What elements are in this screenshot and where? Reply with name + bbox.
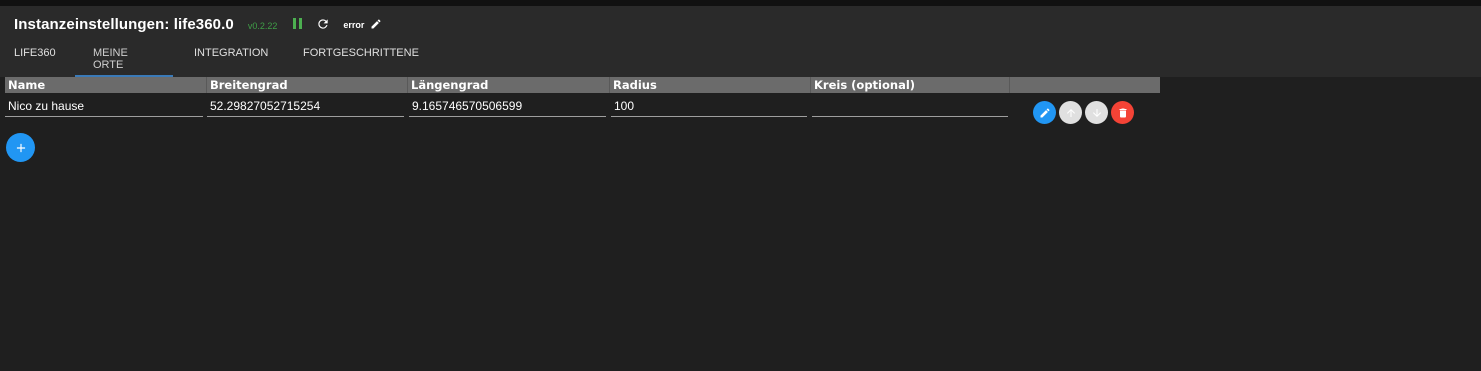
- circle-field[interactable]: [812, 95, 1008, 117]
- plus-icon: [16, 143, 25, 152]
- longitude-field[interactable]: 9.165746570506599: [409, 95, 606, 117]
- pause-icon[interactable]: [291, 18, 303, 30]
- column-header-circle: Kreis (optional): [811, 77, 1010, 93]
- delete-icon: [1119, 108, 1126, 117]
- radius-field[interactable]: 100: [611, 95, 807, 117]
- delete-row-button[interactable]: [1111, 101, 1134, 124]
- page-title: Instanzeinstellungen: life360.0: [14, 15, 234, 33]
- tab-life360[interactable]: LIFE360: [14, 44, 56, 71]
- places-table: Name Breitengrad Längengrad Radius Kreis…: [5, 77, 1160, 123]
- tab-meine-orte[interactable]: MEINE ORTE: [93, 44, 128, 71]
- add-place-button[interactable]: [6, 133, 35, 162]
- edit-icon[interactable]: [370, 18, 382, 30]
- latitude-field[interactable]: 52.29827052715254: [207, 95, 404, 117]
- table-header: Name Breitengrad Längengrad Radius Kreis…: [5, 77, 1160, 93]
- tab-integration[interactable]: INTEGRATION: [194, 44, 268, 71]
- move-up-button[interactable]: [1059, 101, 1082, 124]
- column-header-radius: Radius: [610, 77, 811, 93]
- status-label: error: [343, 20, 365, 30]
- edit-icon: [1040, 107, 1050, 117]
- refresh-icon[interactable]: [316, 17, 330, 31]
- column-header-latitude: Breitengrad: [207, 77, 408, 93]
- column-header-longitude: Längengrad: [408, 77, 610, 93]
- arrow-down-icon: [1092, 108, 1101, 117]
- row-actions: [1033, 101, 1134, 124]
- version-label: v0.2.22: [247, 20, 278, 31]
- column-header-actions: [1010, 77, 1160, 93]
- name-field[interactable]: Nico zu hause: [5, 95, 203, 117]
- tab-fortgeschrittene[interactable]: FORTGESCHRITTENE: [303, 44, 419, 71]
- table-row: Nico zu hause 52.29827052715254 9.165746…: [5, 93, 1160, 123]
- arrow-up-icon: [1066, 108, 1075, 117]
- title-row: Instanzeinstellungen: life360.0 v0.2.22 …: [14, 15, 382, 33]
- move-down-button[interactable]: [1085, 101, 1108, 124]
- column-header-name: Name: [5, 77, 207, 93]
- edit-row-button[interactable]: [1033, 101, 1056, 124]
